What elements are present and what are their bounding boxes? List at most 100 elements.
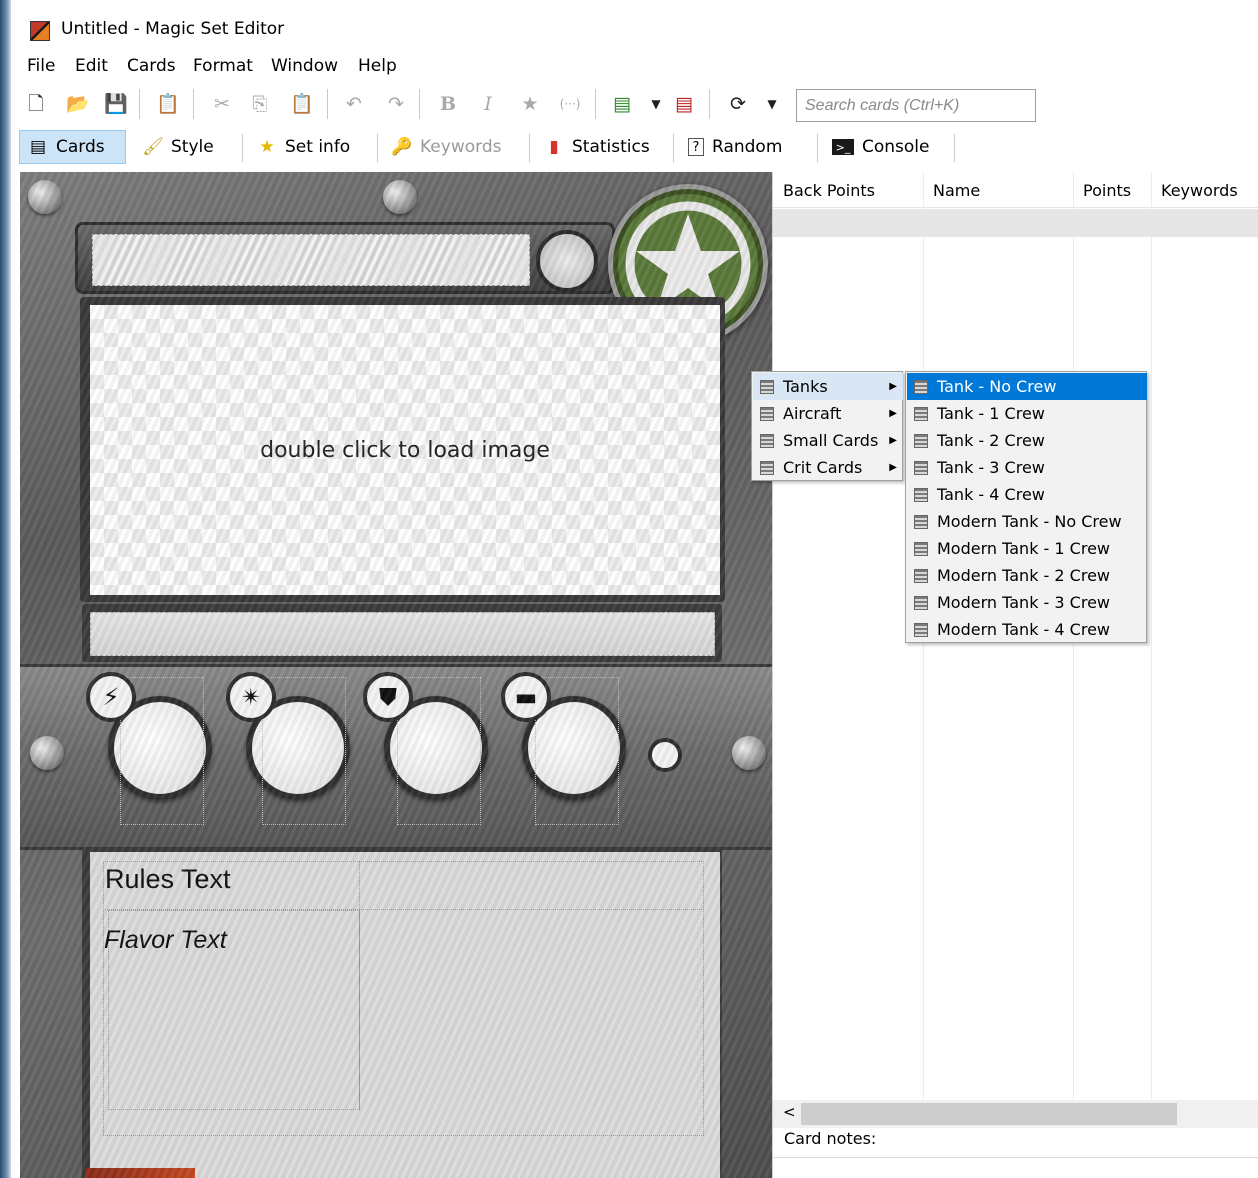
menu-format[interactable]: Format <box>193 56 253 76</box>
rivet <box>732 736 766 770</box>
menu-item-label: Tank - 3 Crew <box>937 458 1045 477</box>
lightning-icon: ⚡ <box>86 672 136 722</box>
rivet <box>30 736 64 770</box>
reminder-text-icon[interactable]: (···) <box>557 91 583 117</box>
tab-label: Console <box>862 137 930 157</box>
table-row[interactable] <box>773 209 1258 237</box>
tab-cards[interactable]: ▤ Cards <box>19 130 126 164</box>
submenu-item-tank-3-crew[interactable]: Tank - 3 Crew <box>907 454 1147 481</box>
menu-item-label: Tank - 4 Crew <box>937 485 1045 504</box>
redo-icon[interactable]: ↷ <box>383 91 409 117</box>
cost-circle[interactable] <box>536 230 598 292</box>
card-image-area[interactable]: double click to load image <box>90 305 720 595</box>
tab-random[interactable]: ? Random <box>680 130 790 164</box>
bold-icon[interactable]: B <box>435 91 461 117</box>
card-template-icon <box>914 433 928 448</box>
menu-item-label: Tank - 1 Crew <box>937 404 1045 423</box>
submenu-item-tank-1-crew[interactable]: Tank - 1 Crew <box>907 400 1147 427</box>
column-points[interactable]: Points <box>1083 181 1131 200</box>
rotate-dropdown-icon[interactable]: ▼ <box>759 91 785 117</box>
search-input[interactable] <box>796 89 1036 122</box>
menu-item-label: Modern Tank - 4 Crew <box>937 620 1110 639</box>
menu-item-label: Modern Tank - 1 Crew <box>937 539 1110 558</box>
save-icon[interactable]: 💾 <box>103 91 129 117</box>
add-card-icon[interactable]: ▤ <box>609 91 635 117</box>
image-placeholder-text: double click to load image <box>260 437 550 463</box>
menu-file[interactable]: File <box>27 56 55 76</box>
submenu-item-modern-tank-3-crew[interactable]: Modern Tank - 3 Crew <box>907 589 1147 616</box>
menu-item-label: Small Cards <box>783 431 879 450</box>
card-template-icon <box>914 541 928 556</box>
submenu-item-modern-tank-1-crew[interactable]: Modern Tank - 1 Crew <box>907 535 1147 562</box>
symbol-icon[interactable]: ★ <box>517 91 543 117</box>
rules-text[interactable]: Rules Text <box>105 864 231 895</box>
key-icon: 🔑 <box>391 137 413 157</box>
card-preview[interactable]: double click to load image ⚡ ✴ ⛊ ▬ Rules… <box>20 172 772 1178</box>
column-keywords[interactable]: Keywords <box>1161 181 1238 200</box>
menu-item-label: Tanks <box>783 377 828 396</box>
tab-label: Random <box>712 137 783 157</box>
menu-cards[interactable]: Cards <box>127 56 176 76</box>
menu-window[interactable]: Window <box>271 56 338 76</box>
submenu-item-tank-no-crew[interactable]: Tank - No Crew <box>907 373 1147 400</box>
paste-icon[interactable]: 📋 <box>289 91 315 117</box>
menu-item-label: Modern Tank - No Crew <box>937 512 1122 531</box>
card-template-icon <box>760 379 774 394</box>
menu-item-crit-cards[interactable]: Crit Cards ▶ <box>753 454 903 481</box>
submenu-item-tank-4-crew[interactable]: Tank - 4 Crew <box>907 481 1147 508</box>
submenu-item-tank-2-crew[interactable]: Tank - 2 Crew <box>907 427 1147 454</box>
app-window: Untitled - Magic Set Editor File Edit Ca… <box>11 0 1258 1178</box>
tab-statistics[interactable]: ▮ Statistics <box>536 130 658 164</box>
menu-item-tanks[interactable]: Tanks ▶ <box>753 373 903 400</box>
new-card-menu: Tanks ▶ Aircraft ▶ Small Cards ▶ Crit Ca… <box>751 371 903 481</box>
card-list-header: Back Points Name Points Keywords <box>773 172 1258 208</box>
italic-icon[interactable]: I <box>475 91 501 117</box>
toolbar: 🗋 📂 💾 📋 ✂ ⎘ 📋 ↶ ↷ B I ★ (···) ▤ ▼ ▤ ⟳ ▼ <box>11 84 1258 124</box>
tab-console[interactable]: >_ Console <box>824 130 938 164</box>
column-back-points[interactable]: Back Points <box>783 181 875 200</box>
menu-edit[interactable]: Edit <box>75 56 108 76</box>
submenu-item-modern-tank-no-crew[interactable]: Modern Tank - No Crew <box>907 508 1147 535</box>
card-type-field[interactable] <box>90 612 715 656</box>
rivet <box>383 180 417 214</box>
tab-keywords[interactable]: 🔑 Keywords <box>384 130 509 164</box>
remove-card-icon[interactable]: ▤ <box>671 91 697 117</box>
export-icon[interactable]: 📋 <box>155 91 181 117</box>
rotate-card-icon[interactable]: ⟳ <box>725 91 751 117</box>
menu-item-label: Modern Tank - 2 Crew <box>937 566 1110 585</box>
submenu-item-modern-tank-4-crew[interactable]: Modern Tank - 4 Crew <box>907 616 1147 643</box>
menu-item-label: Modern Tank - 3 Crew <box>937 593 1110 612</box>
app-icon <box>30 21 50 41</box>
scroll-thumb[interactable] <box>801 1103 1177 1125</box>
question-icon: ? <box>688 138 704 156</box>
cut-icon[interactable]: ✂ <box>209 91 235 117</box>
tab-set-info[interactable]: ★ Set info <box>249 130 358 164</box>
bar-chart-icon: ▮ <box>549 137 559 157</box>
column-name[interactable]: Name <box>933 181 980 200</box>
tab-label: Set info <box>285 137 351 157</box>
scroll-left-icon[interactable]: < <box>783 1103 796 1121</box>
open-folder-icon[interactable]: 📂 <box>65 91 91 117</box>
copy-icon[interactable]: ⎘ <box>247 91 273 117</box>
new-file-icon[interactable]: 🗋 <box>23 91 49 117</box>
brush-icon: 🖌 <box>142 137 164 157</box>
horizontal-scrollbar[interactable]: < <box>773 1100 1258 1128</box>
small-stat-dot[interactable] <box>648 738 682 772</box>
card-notes-field[interactable] <box>773 1157 1258 1158</box>
card-icon: ▤ <box>29 137 47 157</box>
submenu-arrow-icon: ▶ <box>889 408 897 419</box>
undo-icon[interactable]: ↶ <box>341 91 367 117</box>
menu-item-aircraft[interactable]: Aircraft ▶ <box>753 400 903 427</box>
armor-shield-icon: ⛊ <box>363 672 413 722</box>
card-name-field[interactable] <box>92 234 530 286</box>
flavor-text[interactable]: Flavor Text <box>104 926 227 955</box>
tab-label: Style <box>171 137 214 157</box>
add-card-dropdown-icon[interactable]: ▼ <box>643 91 669 117</box>
card-template-icon <box>914 595 928 610</box>
submenu-arrow-icon: ▶ <box>889 381 897 392</box>
submenu-item-modern-tank-2-crew[interactable]: Modern Tank - 2 Crew <box>907 562 1147 589</box>
menu-item-small-cards[interactable]: Small Cards ▶ <box>753 427 903 454</box>
card-template-icon <box>914 460 928 475</box>
menu-help[interactable]: Help <box>358 56 397 76</box>
tab-style[interactable]: 🖌 Style <box>135 130 222 164</box>
